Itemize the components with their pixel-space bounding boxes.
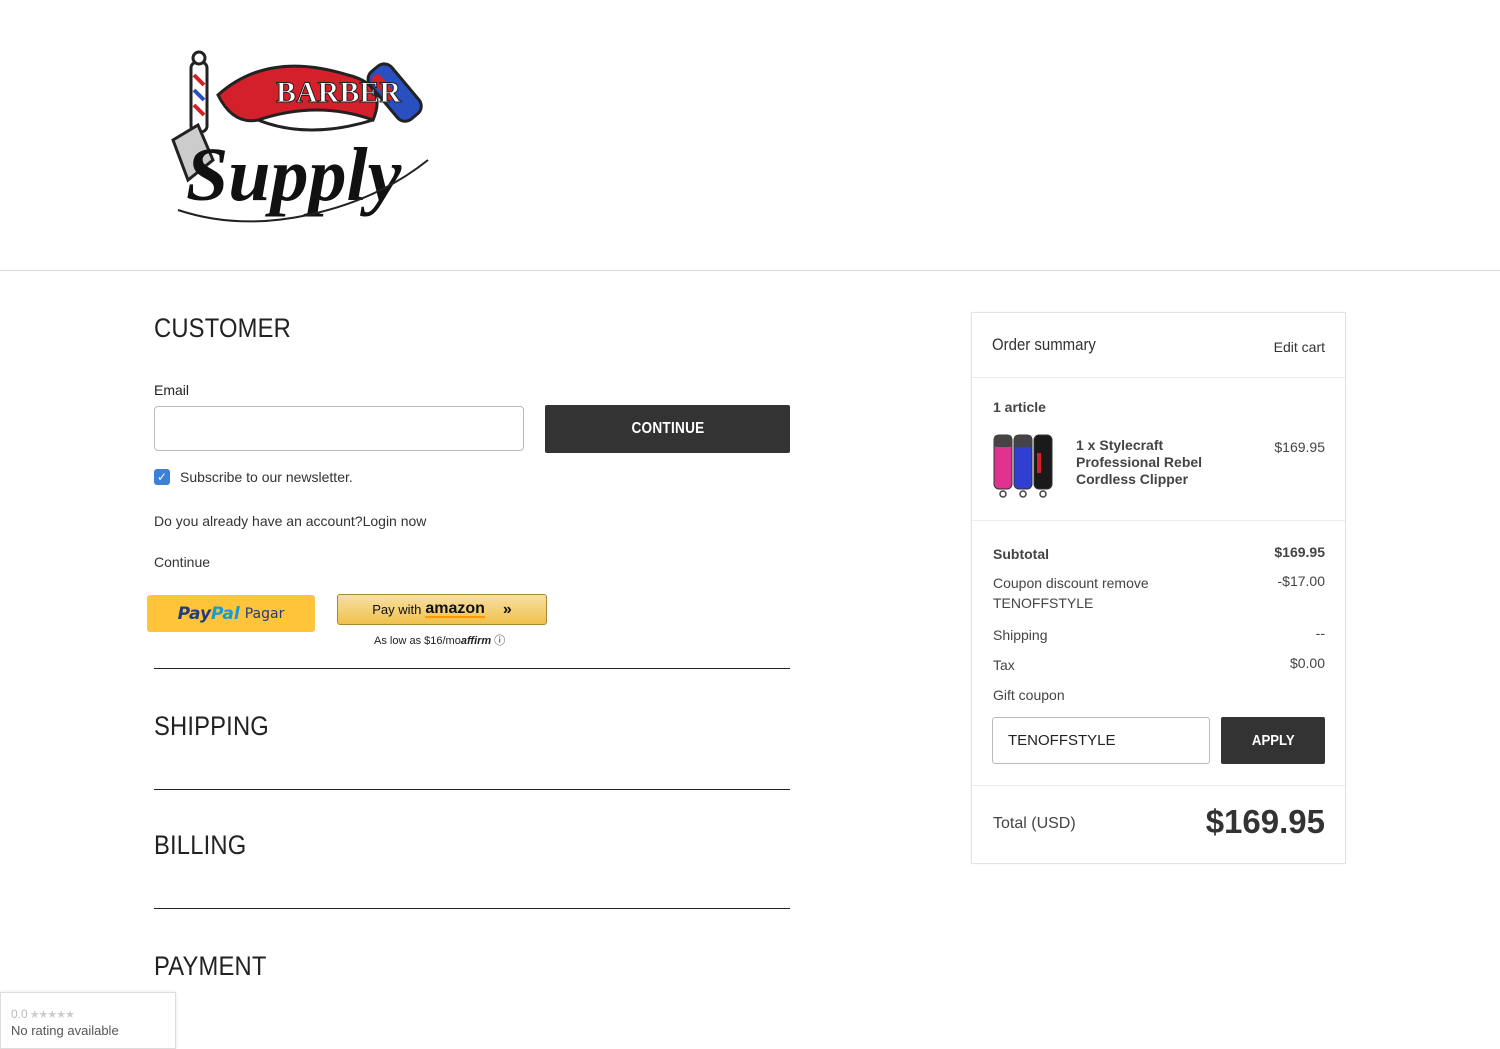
- section-divider: [154, 908, 790, 909]
- order-summary-title: Order summary: [992, 335, 1096, 354]
- gift-coupon-label: Gift coupon: [993, 687, 1065, 703]
- chevrons-right-icon: »: [502, 600, 512, 618]
- order-summary-panel: Order summary Edit cart 1 article 1 x St…: [971, 312, 1346, 864]
- amazon-prefix: Pay with: [372, 602, 422, 617]
- amazon-pay-button[interactable]: Pay with amazon »: [337, 594, 547, 625]
- subtotal-label: Subtotal: [993, 546, 1049, 562]
- shipping-value: --: [1315, 625, 1325, 641]
- newsletter-checkbox-row[interactable]: ✓ Subscribe to our newsletter.: [154, 469, 353, 485]
- header: BARBER Supply: [0, 0, 1500, 271]
- clipper-blue: [1013, 434, 1033, 498]
- rating-text: No rating available: [11, 1023, 119, 1038]
- paypal-pagar-label: Pagar: [244, 605, 285, 622]
- logo-top-text: BARBER: [276, 76, 401, 109]
- checkbox-checked-icon[interactable]: ✓: [154, 469, 170, 485]
- article-count: 1 article: [993, 399, 1046, 415]
- total-label: Total (USD): [993, 815, 1076, 832]
- rating-score: 0.0: [11, 1007, 28, 1021]
- section-divider: [154, 789, 790, 790]
- coupon-row: Coupon discount remove TENOFFSTYLE -$17.…: [993, 573, 1325, 613]
- subtotal-value: $169.95: [1274, 544, 1325, 560]
- continue-text: Continue: [154, 554, 211, 570]
- paypal-button[interactable]: Pay Pal Pagar: [147, 595, 315, 632]
- summary-divider: [972, 377, 1345, 378]
- barber-supply-logo[interactable]: BARBER Supply: [158, 40, 443, 230]
- edit-cart-link[interactable]: Edit cart: [1274, 339, 1325, 355]
- summary-divider: [972, 785, 1345, 786]
- product-thumbnail[interactable]: [992, 433, 1054, 499]
- login-prompt-link[interactable]: Do you already have an account?Login now: [154, 513, 426, 529]
- apply-button-label: APPLY: [1251, 732, 1295, 749]
- customer-section-title: CUSTOMER: [154, 313, 291, 343]
- rating-badge[interactable]: 0.0 ★★★★★ No rating available: [0, 992, 176, 1049]
- rating-score-row: 0.0 ★★★★★: [11, 1007, 75, 1021]
- billing-section-title: BILLING: [154, 830, 247, 860]
- tax-value: $0.00: [1289, 655, 1325, 671]
- amazon-logo-text: amazon: [425, 599, 485, 618]
- coupon-remove-link[interactable]: Coupon discount remove TENOFFSTYLE: [993, 573, 1193, 613]
- shipping-section-title: SHIPPING: [154, 711, 269, 741]
- email-input[interactable]: [154, 406, 524, 451]
- payment-section-title: PAYMENT: [154, 951, 267, 981]
- newsletter-label: Subscribe to our newsletter.: [180, 469, 353, 485]
- total-value: $169.95: [1205, 803, 1325, 840]
- logo-main-text: Supply: [186, 133, 402, 217]
- clipper-black: [1033, 434, 1053, 498]
- subtotal-row: Subtotal $169.95: [993, 544, 1325, 564]
- star-rating-icon: ★★★★★: [29, 1009, 75, 1021]
- shipping-row: Shipping --: [993, 625, 1325, 645]
- tax-row: Tax $0.00: [993, 655, 1325, 675]
- gift-coupon-input[interactable]: TENOFFSTYLE: [992, 717, 1210, 764]
- tax-label: Tax: [993, 657, 1015, 673]
- coupon-value: -$17.00: [1277, 573, 1325, 589]
- email-label: Email: [154, 382, 190, 398]
- info-icon[interactable]: ⓘ: [494, 635, 505, 647]
- continue-button[interactable]: CONTINUE: [545, 405, 790, 453]
- apply-button[interactable]: APPLY: [1221, 717, 1325, 764]
- section-divider: [154, 668, 790, 669]
- clipper-pink: [993, 434, 1013, 498]
- product-name: 1 x Stylecraft Professional Rebel Cordle…: [1076, 437, 1203, 487]
- affirm-text: As low as $16/mo: [374, 635, 461, 647]
- product-price: $169.95: [1274, 439, 1325, 455]
- summary-divider: [972, 520, 1345, 521]
- affirm-financing[interactable]: As low as $16/moaffirm ⓘ: [374, 632, 505, 648]
- continue-button-label: CONTINUE: [630, 420, 705, 437]
- affirm-logo: affirm: [460, 635, 492, 647]
- paypal-pal-text: Pal: [211, 603, 240, 624]
- paypal-pay-text: Pay: [177, 603, 212, 624]
- shipping-label: Shipping: [993, 627, 1048, 643]
